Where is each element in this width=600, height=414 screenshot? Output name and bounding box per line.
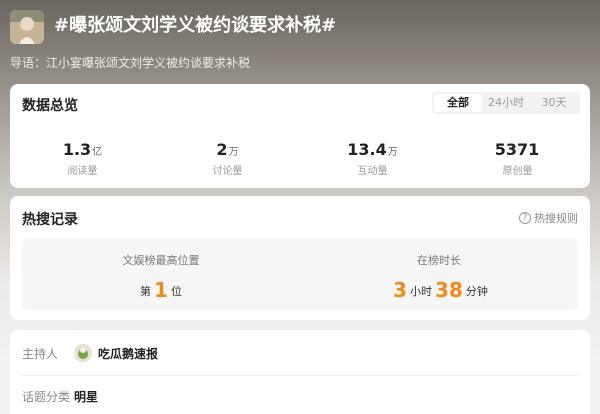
stat-unit: 万 xyxy=(228,147,239,158)
stat-label: 互动量 xyxy=(357,166,388,177)
category-label: 话题分类 xyxy=(22,390,71,404)
category-value: 明星 xyxy=(74,390,99,404)
peak-prefix: 第 xyxy=(140,285,152,298)
tab-24h[interactable]: 24小时 xyxy=(482,94,530,112)
peak-suffix: 位 xyxy=(170,285,182,298)
hotsearch-title: 热搜记录 xyxy=(22,212,78,228)
host-row: 主持人 吃瓜鹅速报 xyxy=(22,344,578,362)
topic-avatar xyxy=(10,10,44,44)
stat-discussions: 2万 讨论量 xyxy=(155,140,300,177)
stat-value: 13.4 xyxy=(347,140,387,159)
duration-minutes: 38 xyxy=(435,278,463,302)
overview-card: 数据总览 全部 24小时 30天 1.3亿 阅读量 2万 讨论量 13.4万 互… xyxy=(10,84,590,188)
peak-label: 文娱榜最高位置 xyxy=(122,254,200,267)
category-row: 话题分类 明星 xyxy=(22,388,578,405)
question-circle-icon: ? xyxy=(519,212,531,224)
host-link[interactable]: 吃瓜鹅速报 xyxy=(74,344,158,362)
stat-reads: 1.3亿 阅读量 xyxy=(10,140,155,177)
rules-label: 热搜规则 xyxy=(534,212,578,225)
hotsearch-card: 热搜记录 ? 热搜规则 文娱榜最高位置 第1位 在榜时长 3 小时 38 分钟 xyxy=(10,196,590,320)
on-list-duration: 在榜时长 3 小时 38 分钟 xyxy=(300,238,578,310)
stat-value: 5371 xyxy=(494,140,540,159)
stat-value: 2 xyxy=(216,140,228,159)
overview-title: 数据总览 xyxy=(22,98,78,114)
stat-label: 原创量 xyxy=(502,166,533,177)
stat-interactions: 13.4万 互动量 xyxy=(300,140,445,177)
stat-originals: 5371 原创量 xyxy=(445,140,590,177)
stat-value: 1.3 xyxy=(62,140,92,159)
range-tabs: 全部 24小时 30天 xyxy=(432,92,580,114)
host-name: 吃瓜鹅速报 xyxy=(98,346,159,361)
info-card: 主持人 吃瓜鹅速报 话题分类 明星 xyxy=(10,330,590,414)
duration-hours: 3 xyxy=(393,278,408,302)
tab-30d[interactable]: 30天 xyxy=(530,94,578,112)
stat-label: 讨论量 xyxy=(212,166,243,177)
stat-label: 阅读量 xyxy=(67,166,98,177)
topic-guide: 导语：江小宴曝张颂文刘学义被约谈要求补税 xyxy=(10,56,251,70)
duration-label: 在榜时长 xyxy=(417,254,461,267)
divider xyxy=(22,375,578,376)
peak-position: 文娱榜最高位置 第1位 xyxy=(22,238,300,310)
hotsearch-rules-link[interactable]: ? 热搜规则 xyxy=(519,210,578,226)
peak-value: 1 xyxy=(154,278,168,302)
hotsearch-record-box: 文娱榜最高位置 第1位 在榜时长 3 小时 38 分钟 xyxy=(22,238,578,310)
stats-row: 1.3亿 阅读量 2万 讨论量 13.4万 互动量 5371 原创量 xyxy=(10,140,590,177)
duration-minutes-unit: 分钟 xyxy=(465,285,488,298)
host-avatar xyxy=(74,344,92,362)
tab-all[interactable]: 全部 xyxy=(434,94,482,112)
topic-title: #曝张颂文刘学义被约谈要求补税# xyxy=(54,15,337,36)
host-label: 主持人 xyxy=(22,346,59,361)
duration-hours-unit: 小时 xyxy=(410,285,433,298)
stat-unit: 万 xyxy=(387,147,398,158)
stat-unit: 亿 xyxy=(92,147,103,158)
